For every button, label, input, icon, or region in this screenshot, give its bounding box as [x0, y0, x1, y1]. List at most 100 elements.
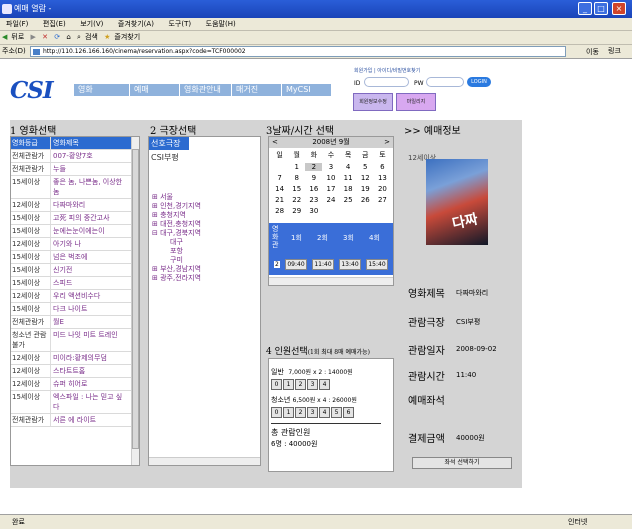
calendar-day[interactable]: 12	[357, 174, 374, 182]
calendar-day[interactable]: 14	[271, 185, 288, 193]
scrollbar-thumb[interactable]	[132, 149, 139, 449]
movie-row[interactable]: 15세이상 다크 나이트	[11, 303, 139, 316]
calendar-day[interactable]: 26	[357, 196, 374, 204]
teen-count-button[interactable]: 4	[319, 407, 330, 418]
movie-row[interactable]: 전체관람가 월E	[11, 316, 139, 329]
movie-row[interactable]: 청소년 관람불가 미드 나잇 미트 트레인	[11, 329, 139, 352]
favorites-icon[interactable]: ★	[104, 31, 110, 44]
search-button[interactable]: 검색	[85, 31, 98, 44]
movie-row[interactable]: 15세이상 고死 피의 중간고사	[11, 212, 139, 225]
minimize-button[interactable]: _	[578, 2, 592, 15]
region-item[interactable]: ⊞ 부산,경남지역	[152, 265, 201, 274]
calendar-day[interactable]: 28	[271, 207, 288, 215]
calendar-day[interactable]: 4	[340, 163, 357, 171]
calendar-hscrollbar[interactable]	[269, 277, 393, 285]
nav-theater-info[interactable]: 영화관안내	[180, 84, 232, 96]
calendar-day[interactable]: 16	[305, 185, 322, 193]
showtime-button[interactable]: 13:40	[339, 259, 361, 270]
menu-view[interactable]: 보기(V)	[74, 18, 109, 31]
movie-row[interactable]: 12세이상 다짜마와리	[11, 199, 139, 212]
calendar-day[interactable]: 1	[288, 163, 305, 171]
prev-month-button[interactable]: <	[272, 137, 278, 148]
movie-row[interactable]: 15세이상 눈에는눈이에는이	[11, 225, 139, 238]
calendar-day[interactable]: 20	[374, 185, 391, 193]
refresh-icon[interactable]: ⟳	[54, 31, 60, 44]
nav-magazine[interactable]: 매거진	[232, 84, 282, 96]
calendar-day[interactable]: 30	[305, 207, 322, 215]
subregion-item[interactable]: 포항	[152, 247, 201, 256]
calendar-day[interactable]: 8	[288, 174, 305, 182]
member-edit-button[interactable]: 회원정보수정	[353, 93, 393, 111]
forward-icon[interactable]: ▶	[31, 31, 36, 44]
showtime-button[interactable]: 15:40	[366, 259, 388, 270]
theater-hscrollbar[interactable]	[149, 457, 260, 465]
menu-file[interactable]: 파일(F)	[0, 18, 34, 31]
address-input[interactable]: http://110.126.166.160/cinema/reservatio…	[30, 46, 566, 57]
region-item[interactable]: ⊟ 대구,경북지역	[152, 229, 201, 238]
theater-item[interactable]: CSI부평	[149, 150, 260, 165]
movie-row[interactable]: 15세이상 스피드	[11, 277, 139, 290]
back-icon[interactable]: ◀	[2, 31, 7, 44]
next-month-button[interactable]: >	[384, 137, 390, 148]
calendar-day[interactable]: 2	[305, 163, 323, 171]
nav-reserve[interactable]: 예매	[130, 84, 180, 96]
showtime-button[interactable]: 09:40	[285, 259, 307, 270]
menu-edit[interactable]: 편집(E)	[37, 18, 72, 31]
calendar-day[interactable]: 25	[340, 196, 357, 204]
subregion-item[interactable]: 대구	[152, 238, 201, 247]
region-item[interactable]: ⊞ 인천,경기지역	[152, 202, 201, 211]
calendar-day[interactable]: 24	[322, 196, 339, 204]
close-button[interactable]: ×	[612, 2, 626, 15]
calendar-day[interactable]: 6	[374, 163, 391, 171]
movie-row[interactable]: 12세이상 스타트트홈	[11, 365, 139, 378]
movie-row[interactable]: 12세이상 우리 액션비수다	[11, 290, 139, 303]
links-button[interactable]: 링크	[608, 45, 621, 58]
movie-row[interactable]: 15세이상 엑스파일 : 나는 믿고 싶다	[11, 391, 139, 414]
adult-count-button[interactable]: 0	[271, 379, 282, 390]
calendar-day[interactable]: 19	[357, 185, 374, 193]
calendar-day[interactable]: 23	[305, 196, 322, 204]
movie-row[interactable]: 12세이상 미이라:황제의무덤	[11, 352, 139, 365]
adult-count-button[interactable]: 3	[307, 379, 318, 390]
teen-count-button[interactable]: 6	[343, 407, 354, 418]
search-icon[interactable]: ⌕	[77, 31, 81, 44]
calendar-day[interactable]: 21	[271, 196, 288, 204]
id-input[interactable]	[364, 77, 409, 87]
adult-count-button[interactable]: 4	[319, 379, 330, 390]
movie-row[interactable]: 15세이상 신기전	[11, 264, 139, 277]
movie-row[interactable]: 전체관람가 007-황양7호	[11, 150, 139, 163]
calendar-day[interactable]: 11	[340, 174, 357, 182]
movie-list-scrollbar[interactable]	[131, 137, 139, 465]
mileage-button[interactable]: 마일리지	[396, 93, 436, 111]
movie-row[interactable]: 15세이상 좋은 놈, 나쁜놈, 이상한놈	[11, 176, 139, 199]
region-item[interactable]: ⊞ 광주,전라지역	[152, 274, 201, 283]
favorites-button[interactable]: 즐겨찾기	[114, 31, 140, 44]
select-seat-button[interactable]: 좌석 선택하기	[412, 457, 512, 469]
back-button[interactable]: 뒤로	[11, 31, 24, 44]
nav-mycsi[interactable]: MyCSI	[282, 84, 332, 96]
calendar-day[interactable]: 29	[288, 207, 305, 215]
teen-count-button[interactable]: 1	[283, 407, 294, 418]
calendar-day[interactable]: 10	[322, 174, 339, 182]
movie-row[interactable]: 전체관람가 서른 에 라이트	[11, 414, 139, 427]
menu-tools[interactable]: 도구(T)	[162, 18, 197, 31]
home-icon[interactable]: ⌂	[66, 31, 70, 44]
subregion-item[interactable]: 구미	[152, 256, 201, 265]
nav-movie[interactable]: 영화	[74, 84, 130, 96]
teen-count-button[interactable]: 0	[271, 407, 282, 418]
showtime-button[interactable]: 11:40	[312, 259, 334, 270]
teen-count-button[interactable]: 2	[295, 407, 306, 418]
calendar-day[interactable]: 15	[288, 185, 305, 193]
calendar-day[interactable]: 7	[271, 174, 288, 182]
go-button[interactable]: 이동	[586, 46, 599, 59]
maximize-button[interactable]: □	[594, 2, 608, 15]
movie-row[interactable]: 전체관람가 누들	[11, 163, 139, 176]
stop-icon[interactable]: ✕	[42, 31, 48, 44]
csi-logo[interactable]: CSI	[10, 77, 54, 104]
calendar-day[interactable]: 5	[357, 163, 374, 171]
login-button[interactable]: LOGIN	[467, 77, 491, 87]
pw-input[interactable]	[426, 77, 464, 87]
menu-help[interactable]: 도움말(H)	[200, 18, 242, 31]
calendar-day[interactable]: 17	[322, 185, 339, 193]
calendar-day[interactable]: 18	[340, 185, 357, 193]
